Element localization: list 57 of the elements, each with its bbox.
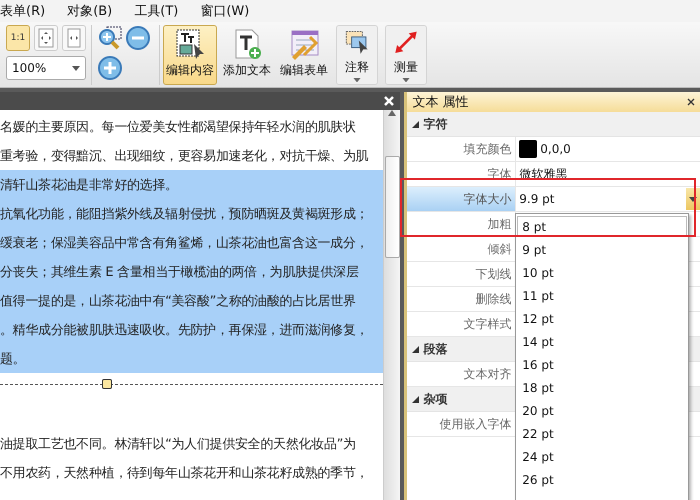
tool-button[interactable]: 编辑内容 [163, 25, 217, 85]
caret-icon [72, 66, 80, 70]
menu-item[interactable]: 窗口(W) [200, 2, 250, 20]
panel-title: 文本 属性 [412, 94, 468, 111]
tool-button[interactable]: 添加文本 [220, 25, 274, 85]
dropdown-option[interactable]: 16 pt [517, 354, 688, 375]
menu-item[interactable]: 表单(R) [0, 2, 46, 20]
text-line: 重考验，变得黯沉、出现细纹，更容易加速老化，对抗干燥、为肌 [0, 148, 368, 164]
property-value: 0,0,0 [540, 142, 571, 156]
dropdown-option[interactable]: 11 pt [517, 285, 688, 306]
text-line: 油提取工艺也不同。林清轩以“为人们提供安全的天然化妆品”为 [0, 436, 356, 452]
font-size-dropdown[interactable]: 9.9 pt [516, 187, 700, 211]
property-label[interactable]: 字体大小 [407, 187, 516, 211]
dropdown-option[interactable]: 22 pt [517, 423, 688, 444]
color-swatch[interactable] [519, 140, 538, 158]
view-button[interactable] [62, 25, 86, 51]
zoom-out-icon [125, 25, 151, 51]
close-icon [687, 98, 695, 106]
text-line: 分丧失；其维生素 E 含量相当于橄榄油的两倍，为肌肤提供深层 [0, 264, 358, 280]
caret-icon [402, 78, 410, 82]
tool-button[interactable]: 注释 [336, 25, 378, 85]
caret-icon [689, 196, 697, 202]
dropdown-option[interactable]: 8 pt [517, 216, 688, 237]
text-line: 。精华成分能被肌肤迅速吸收。先防护，再保湿，进而滋润修复， [0, 322, 368, 338]
view-button[interactable]: 1:1 [6, 25, 30, 51]
text-line: 清轩山茶花油是非常好的选择。 [0, 176, 178, 194]
fit-page-icon [36, 27, 56, 49]
text-line: 抗氧化功能，能阻挡紫外线及辐射侵扰，预防晒斑及黄褐斑形成； [0, 206, 368, 222]
text-line: 题。 [0, 350, 26, 368]
tool-button[interactable]: 测量 [385, 25, 427, 85]
dropdown-option[interactable]: 20 pt [517, 400, 688, 421]
dropdown-option[interactable]: 26 pt [517, 469, 688, 490]
section-header[interactable]: 字符 [407, 112, 700, 137]
scrollbar[interactable] [383, 110, 400, 500]
property-label[interactable]: 填充颜色 [407, 137, 516, 161]
text-line: 不用农药，天然种植，待到每年山茶花开和山茶花籽成熟的季节， [0, 464, 368, 482]
dropdown-option[interactable]: 12 pt [517, 308, 688, 329]
text-edit-icon [174, 28, 206, 60]
dropdown-option[interactable]: 10 pt [517, 262, 688, 283]
tool-button[interactable]: 编辑表单 [277, 25, 331, 85]
text-line: 缓衰老；保湿美容品中常含有角鲨烯，山茶花油也富含这一成分， [0, 234, 368, 252]
menu-item[interactable]: 对象(B) [67, 2, 112, 20]
resize-handle[interactable] [102, 379, 112, 389]
dropdown-option[interactable]: 24 pt [517, 446, 688, 467]
menu-item[interactable]: 工具(T) [134, 2, 178, 20]
text-line: 名媛的主要原因。每一位爱美女性都渴望保持年轻水润的肌肤状 [0, 118, 356, 136]
dropdown-option[interactable]: 9 pt [517, 239, 688, 260]
view-button[interactable] [34, 25, 58, 51]
caret-icon [353, 78, 361, 82]
close-icon [384, 96, 394, 106]
dropdown-option[interactable]: 18 pt [517, 377, 688, 398]
dropdown-option[interactable]: 14 pt [517, 331, 688, 352]
up-arrow-icon [388, 110, 396, 116]
zoom-in-icon [97, 55, 123, 81]
scrollbar-thumb[interactable] [384, 156, 400, 258]
zoom-dropdown[interactable]: 100% [6, 56, 86, 80]
text-line: 值得一提的是，山茶花油中有“美容酸”之称的油酸的占比居世界 [0, 292, 356, 310]
